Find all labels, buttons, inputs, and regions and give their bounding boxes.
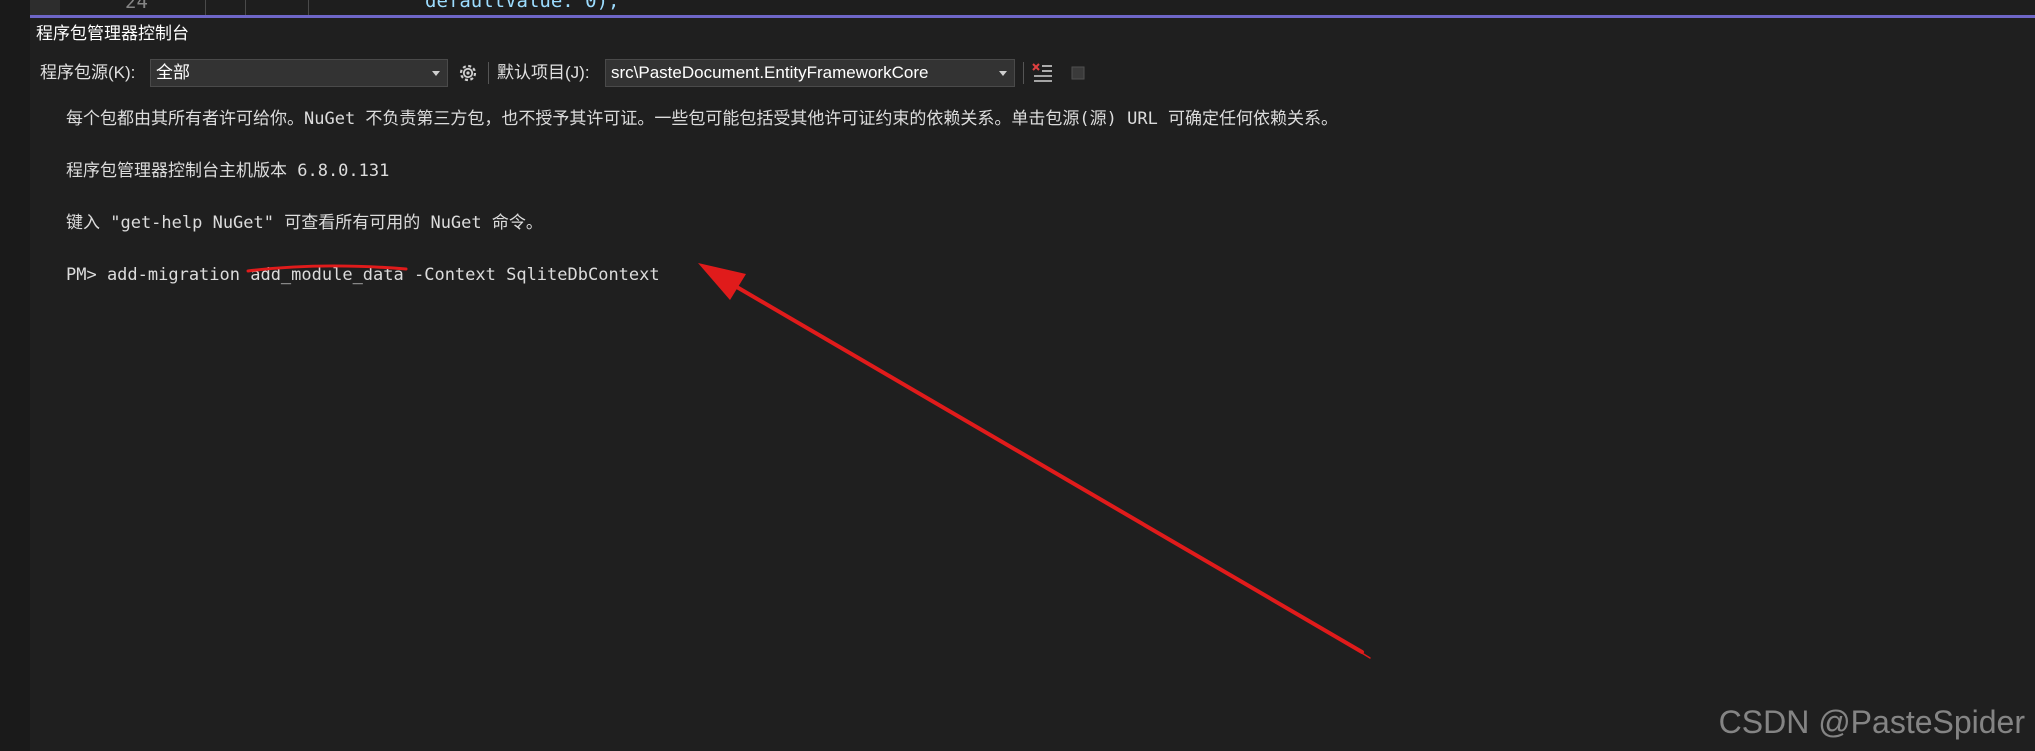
console-line: 每个包都由其所有者许可给你。NuGet 不负责第三方包，也不授予其许可证。一些包… xyxy=(66,109,1339,129)
package-source-value: 全部 xyxy=(156,63,190,82)
vertical-scrollbar[interactable] xyxy=(2021,58,2035,748)
indent-guide xyxy=(245,0,246,15)
dropdown-arrow-icon xyxy=(999,71,1007,76)
editor-partial-line: 24 defaultValue: 0), xyxy=(30,0,2035,15)
indent-guide xyxy=(205,0,206,15)
default-project-value: src\PasteDocument.EntityFrameworkCore xyxy=(611,63,929,82)
package-source-dropdown[interactable]: 全部 xyxy=(150,59,448,87)
toolbar-separator xyxy=(488,62,489,84)
left-gutter-strip xyxy=(0,0,31,751)
console-output[interactable]: 每个包都由其所有者许可给你。NuGet 不负责第三方包，也不授予其许可证。一些包… xyxy=(66,90,2026,750)
dropdown-arrow-icon xyxy=(432,71,440,76)
editor-code-fragment: defaultValue: 0), xyxy=(425,0,620,12)
editor-gutter-block xyxy=(30,0,60,15)
toolbar-separator xyxy=(1023,62,1024,84)
package-source-label: 程序包源(K): xyxy=(40,63,136,82)
watermark: CSDN @PasteSpider xyxy=(1718,704,2025,740)
console-line: 键入 "get-help NuGet" 可查看所有可用的 NuGet 命令。 xyxy=(66,213,543,233)
stop-icon[interactable] xyxy=(1066,61,1090,85)
console-command-line: PM> add-migration add_module_data -Conte… xyxy=(66,265,660,285)
panel-title: 程序包管理器控制台 xyxy=(36,24,189,43)
default-project-dropdown[interactable]: src\PasteDocument.EntityFrameworkCore xyxy=(605,59,1015,87)
editor-line-number: 24 xyxy=(125,0,148,13)
package-manager-console-panel: 程序包管理器控制台 程序包源(K): 全部 默认项目(J): src\Paste… xyxy=(30,15,2035,751)
default-project-label: 默认项目(J): xyxy=(497,63,590,82)
settings-icon[interactable] xyxy=(456,61,480,85)
clear-console-icon[interactable] xyxy=(1030,61,1054,85)
console-line: 程序包管理器控制台主机版本 6.8.0.131 xyxy=(66,161,390,181)
console-toolbar: 程序包源(K): 全部 默认项目(J): src\PasteDocument.E… xyxy=(30,56,2035,90)
indent-guide xyxy=(308,0,309,15)
